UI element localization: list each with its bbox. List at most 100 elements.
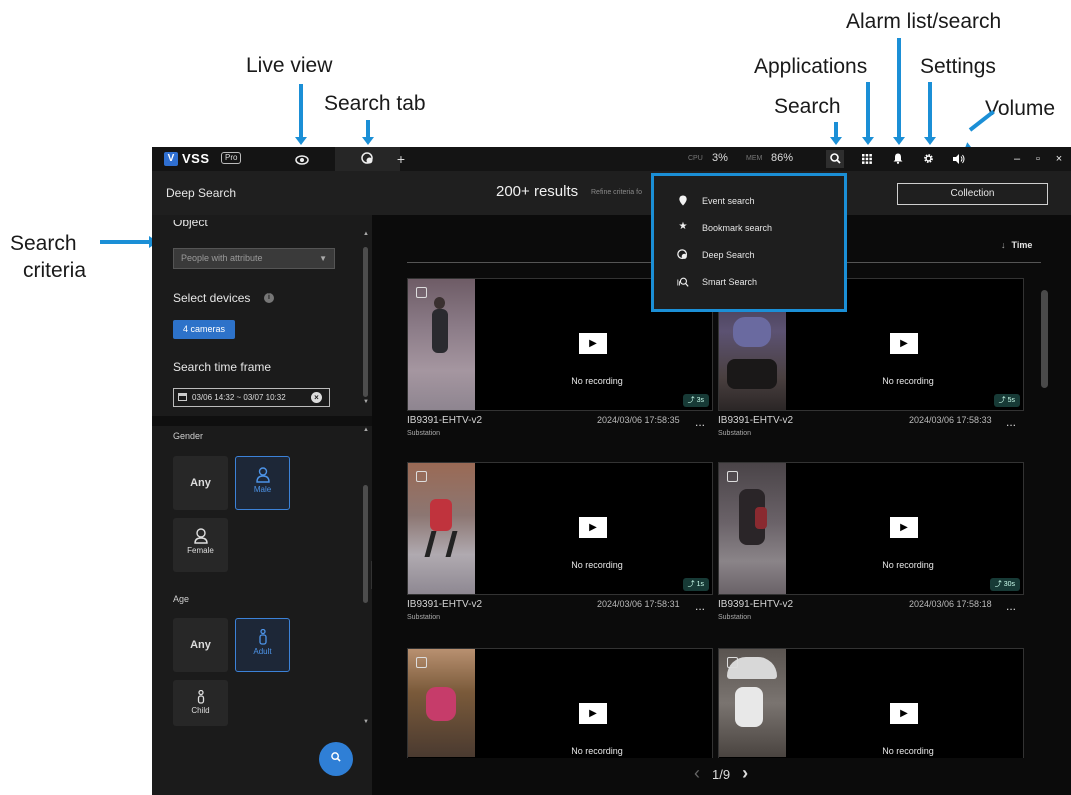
page-title: Deep Search [166,186,237,200]
alarm-button[interactable] [889,150,907,168]
sidebar-scrollbar-top[interactable] [363,247,368,397]
minimize-button[interactable]: – [1008,150,1026,168]
camera-location: Substation [718,430,752,437]
caret-down-icon: ▼ [319,254,327,263]
age-adult-label: Adult [253,647,272,656]
age-adult-option[interactable]: Adult [235,618,290,672]
event-timestamp: 2024/03/06 17:58:31 [597,599,680,609]
search-menu-item[interactable]: Event search [654,191,844,211]
event-timestamp: 2024/03/06 17:58:35 [597,415,680,425]
gender-female-label: Female [187,546,214,555]
cameras-button[interactable]: 4 cameras [173,320,235,339]
more-options-button[interactable]: ... [1006,415,1016,429]
collection-button[interactable]: Collection [897,183,1048,205]
time-frame-value: 03/06 14:32 ~ 03/07 10:32 [192,393,286,402]
gender-female-option[interactable]: Female [173,518,228,572]
more-options-button[interactable]: ... [1006,599,1016,613]
camera-name: IB9391-EHTV-v2 [407,415,483,426]
annotation-alarm-line [897,38,901,140]
sort-control[interactable]: ↓ Time [1001,240,1032,250]
result-card[interactable]: ▶ No recording ⤴ 30s [718,462,1024,595]
event-timestamp: 2024/03/06 17:58:33 [909,415,992,425]
search-menu-item[interactable]: Deep Search [654,245,844,265]
scroll-up-icon[interactable]: ▲ [363,231,369,237]
female-icon [193,528,208,544]
play-button[interactable]: ▶ [890,333,918,354]
snapshot-thumbnail[interactable] [408,279,475,410]
search-menu-item[interactable]: ★ Bookmark search [654,218,844,238]
play-button[interactable]: ▶ [579,517,607,538]
calendar-icon [178,393,187,401]
gender-male-option[interactable]: Male [235,456,290,510]
result-card[interactable]: ▶ No recording [407,648,713,758]
play-button[interactable]: ▶ [890,703,918,724]
snapshot-thumbnail[interactable] [408,649,475,757]
scroll-down-icon[interactable]: ▼ [363,399,369,405]
play-button[interactable]: ▶ [890,517,918,538]
run-search-button[interactable] [319,742,353,776]
scan-icon[interactable] [727,471,738,482]
applications-button[interactable] [858,150,876,168]
snapshot-thumbnail[interactable] [719,463,786,594]
person-figure [733,317,771,347]
results-scrollbar[interactable] [1041,290,1048,388]
scan-icon[interactable] [416,657,427,668]
person-figure [735,687,763,727]
age-any-option[interactable]: Any [173,618,228,672]
scan-icon[interactable] [727,657,738,668]
search-button[interactable] [826,150,844,168]
prev-page-button[interactable]: ‹ [694,763,700,783]
age-child-option[interactable]: Child [173,680,228,726]
scroll-down-icon-2[interactable]: ▼ [363,719,369,725]
vss-logo-icon: V [164,152,178,166]
tab-live-view[interactable] [269,147,334,171]
annotation-settings: Settings [920,55,996,78]
deep-search-icon [677,249,688,260]
duration-badge: ⤴ 3s [682,394,709,407]
person-legs [424,531,458,557]
play-button[interactable]: ▶ [579,333,607,354]
search-menu-item[interactable]: Smart Search [654,272,844,292]
object-select[interactable]: People with attribute ▼ [173,248,335,269]
pagination: ‹ 1/9 › [694,763,748,784]
play-button[interactable]: ▶ [579,703,607,724]
pin-icon [679,195,687,206]
close-button[interactable]: × [1050,150,1068,168]
result-card[interactable]: ▶ No recording [718,648,1024,758]
duration-badge: ⤴ 1s [682,578,709,591]
annotation-search-tab-arrow [362,137,374,145]
result-card[interactable]: ▶ No recording ⤴ 1s [407,462,713,595]
time-frame-field[interactable]: 03/06 14:32 ~ 03/07 10:32 × [173,388,330,407]
volume-button[interactable] [950,150,968,168]
camera-location: Substation [718,614,752,621]
annotation-live-view: Live view [246,54,333,77]
info-icon[interactable]: i [264,293,274,303]
scroll-up-icon-2[interactable]: ▲ [363,427,369,433]
gender-any-option[interactable]: Any [173,456,228,510]
next-page-button[interactable]: › [742,763,748,783]
scan-icon[interactable] [416,471,427,482]
snapshot-thumbnail[interactable] [408,463,475,594]
search-menu-item-label: Bookmark search [702,223,773,233]
add-tab-button[interactable]: + [386,147,416,171]
gender-any-label: Any [190,477,211,489]
camera-name: IB9391-EHTV-v2 [718,415,794,426]
more-options-button[interactable]: ... [695,415,705,429]
sidebar-scrollbar-bottom[interactable] [363,485,368,603]
annotation-alarm-list: Alarm list/search [846,10,1002,33]
volume-icon [953,154,965,164]
duration-value: 3s [696,397,704,404]
duration-value: 5s [1007,397,1015,404]
search-criteria-panel: Object People with attribute ▼ Select de… [152,215,383,795]
mem-value: 86% [771,152,794,164]
annotation-search-criteria-line [100,240,150,244]
snapshot-thumbnail[interactable] [719,649,786,757]
page-header: Deep Search 200+ results Refine criteria… [152,171,1071,215]
scan-icon[interactable] [416,287,427,298]
clear-icon[interactable]: × [311,392,322,403]
maximize-button[interactable]: ▫ [1029,150,1047,168]
more-options-button[interactable]: ... [695,599,705,613]
age-label: Age [173,594,190,604]
settings-button[interactable] [919,150,937,168]
sort-arrow-icon: ↓ [1001,240,1006,250]
